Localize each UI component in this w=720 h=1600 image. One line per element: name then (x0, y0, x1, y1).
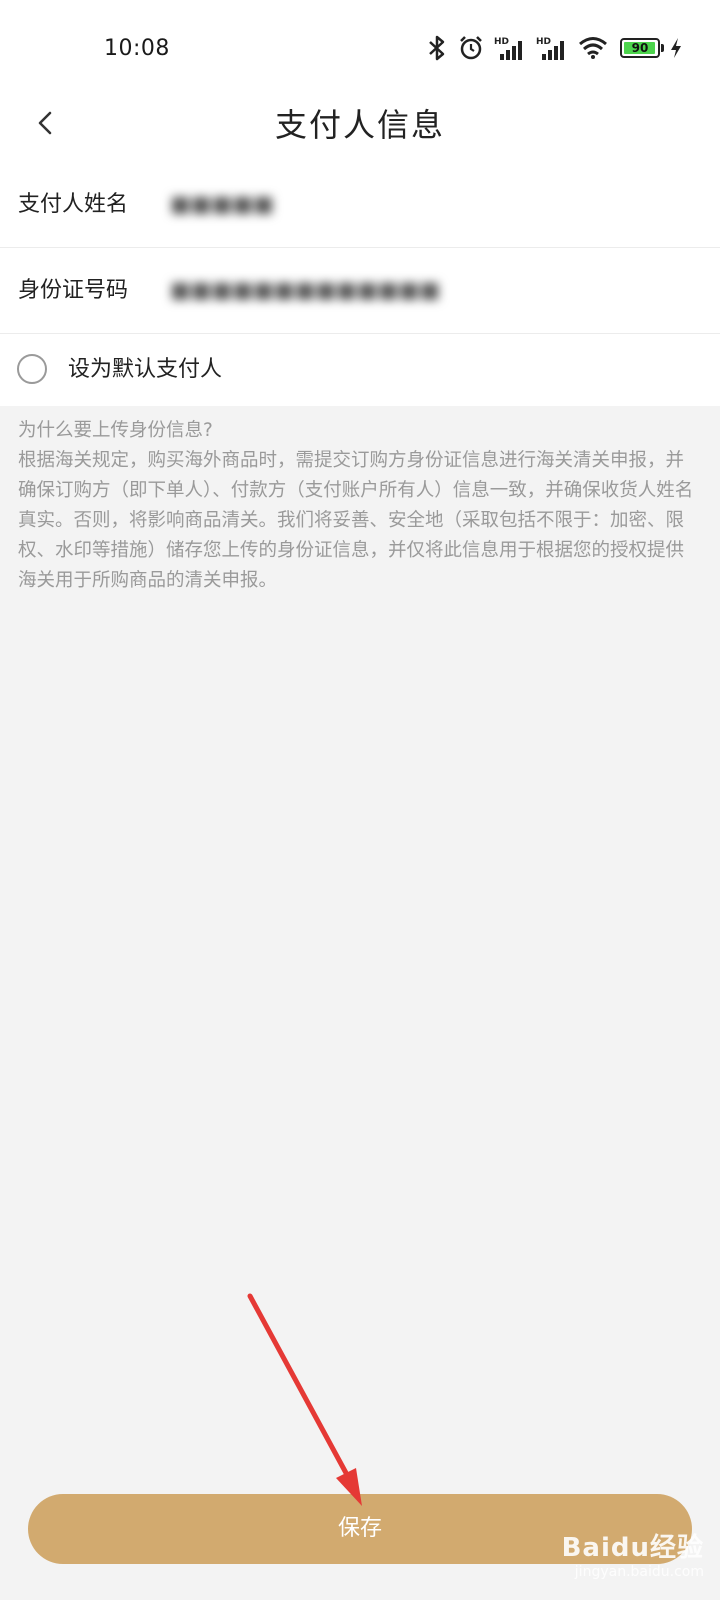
id-number-input[interactable]: ■■■■■■■■■■■■■ (170, 248, 440, 333)
page-title: 支付人信息 (274, 106, 445, 144)
wifi-icon (578, 36, 608, 60)
info-question: 为什么要上传身份信息? (18, 420, 213, 441)
signal-hd-icon: HD (536, 35, 568, 61)
payer-name-input[interactable]: ■■■■■ (170, 162, 274, 247)
id-number-row: 身份证号码 ■■■■■■■■■■■■■ (0, 248, 720, 334)
info-body: 根据海关规定，购买海外商品时，需提交订购方身份证信息进行海关清关申报，并确保订购… (18, 450, 694, 591)
svg-text:HD: HD (536, 37, 551, 47)
charging-icon (670, 37, 682, 59)
baidu-watermark: Baidu经验 jingyan.baidu.com (562, 1527, 704, 1580)
alarm-icon (458, 35, 484, 61)
status-time: 10:08 (104, 36, 170, 61)
battery-level: 90 (631, 41, 649, 55)
watermark-url: jingyan.baidu.com (574, 1564, 704, 1580)
battery-icon: 90 (620, 38, 664, 58)
payer-form: 支付人姓名 ■■■■■ 身份证号码 ■■■■■■■■■■■■■ 设为默认支付人 (0, 162, 720, 406)
default-payer-row[interactable]: 设为默认支付人 (0, 334, 720, 406)
status-icons: HD HD 90 (426, 34, 682, 62)
status-bar: 10:08 HD HD 90 (0, 0, 720, 92)
watermark-brand: Baidu经验 (561, 1533, 704, 1563)
default-payer-label: 设为默认支付人 (68, 357, 223, 382)
signal-hd-icon: HD (494, 35, 526, 61)
id-number-label: 身份证号码 (18, 278, 129, 303)
payer-name-row: 支付人姓名 ■■■■■ (0, 162, 720, 248)
nav-bar: 支付人信息 (0, 92, 720, 162)
default-payer-radio[interactable] (17, 354, 47, 384)
payer-name-label: 支付人姓名 (18, 192, 129, 217)
bluetooth-icon (426, 35, 448, 61)
info-block: 为什么要上传身份信息? 根据海关规定，购买海外商品时，需提交订购方身份证信息进行… (18, 416, 698, 596)
svg-text:HD: HD (494, 37, 509, 47)
